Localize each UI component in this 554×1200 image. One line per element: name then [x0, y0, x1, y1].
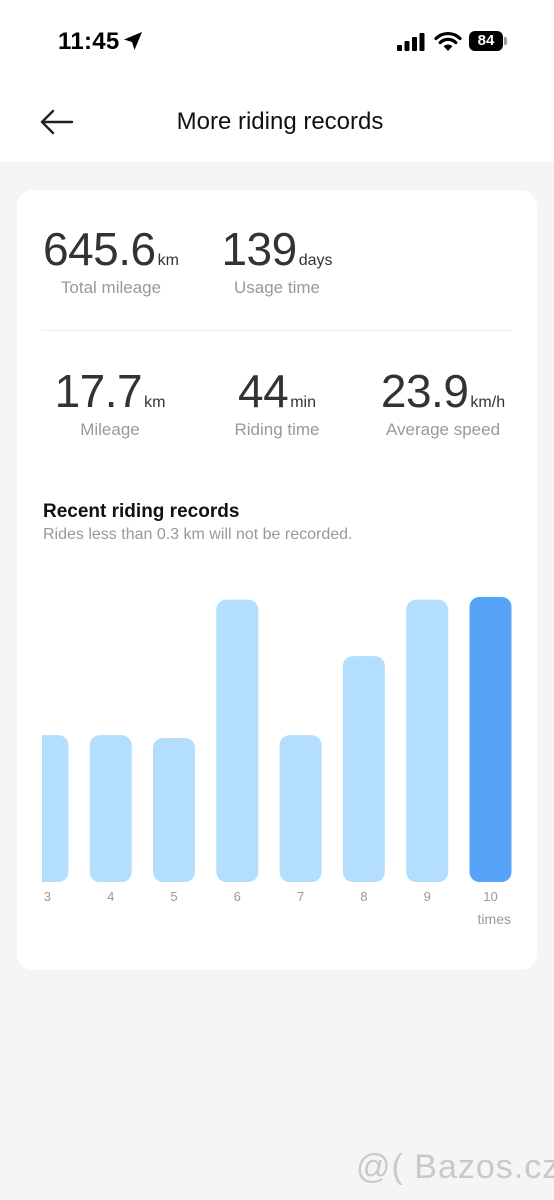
total-mileage-value: 645.6	[43, 223, 156, 275]
total-mileage-label: Total mileage	[60, 278, 162, 297]
average-speed-stat: 23.9 km/h Average speed	[368, 364, 518, 440]
bar-8[interactable]	[342, 656, 385, 882]
usage-time-label: Usage time	[234, 278, 320, 297]
riding-time-unit: min	[290, 394, 316, 411]
bar-7[interactable]	[279, 735, 322, 882]
battery-icon: 84	[469, 31, 503, 51]
recent-rides-bar-chart[interactable]: 3 4 5 6 7 8 9 10 times	[0, 560, 554, 940]
page-title: More riding records	[176, 108, 384, 135]
riding-time-stat: 44 min Riding time	[208, 364, 346, 440]
battery-level: 84	[477, 32, 495, 49]
bar-10[interactable]	[469, 596, 512, 882]
usage-time-unit: days	[298, 252, 333, 269]
divider	[42, 330, 512, 331]
average-speed-value: 23.9	[380, 365, 469, 417]
mileage-unit: km	[144, 394, 166, 411]
x-axis-unit-label: times	[478, 911, 511, 927]
status-time: 11:45	[58, 28, 120, 55]
riding-time-value: 44	[238, 365, 289, 417]
mileage-stat: 17.7 km Mileage	[40, 364, 180, 440]
riding-time-label: Riding time	[234, 420, 320, 439]
bar-9[interactable]	[406, 599, 449, 882]
usage-time-stat: 139 days Usage time	[216, 222, 338, 298]
status-bar: 11:45 84	[0, 0, 554, 80]
x-tick-5: 5	[170, 889, 177, 904]
location-arrow-icon	[124, 32, 142, 50]
x-tick-6: 6	[234, 889, 241, 904]
bar-5[interactable]	[153, 738, 195, 882]
total-mileage-stat: 645.6 km Total mileage	[34, 222, 188, 298]
bar-4[interactable]	[89, 735, 132, 882]
bar-3[interactable]	[26, 735, 69, 882]
mileage-label: Mileage	[80, 420, 140, 439]
recent-records-title: Recent riding records	[43, 501, 240, 522]
cellular-signal-icon	[397, 33, 425, 51]
battery-tip	[504, 37, 507, 45]
x-tick-9: 9	[424, 889, 431, 904]
x-tick-3: 3	[44, 889, 51, 904]
x-tick-4: 4	[107, 889, 114, 904]
x-tick-10: 10	[483, 889, 497, 904]
x-tick-8: 8	[360, 889, 367, 904]
x-tick-7: 7	[297, 889, 304, 904]
mileage-value: 17.7	[54, 365, 143, 417]
average-speed-unit: km/h	[470, 394, 506, 411]
total-mileage-unit: km	[157, 252, 179, 269]
recent-records-subtitle: Rides less than 0.3 km will not be recor…	[43, 526, 353, 543]
wifi-icon	[434, 31, 462, 51]
average-speed-label: Average speed	[385, 420, 501, 439]
usage-time-value: 139	[221, 223, 297, 275]
watermark: @( Bazos.cz	[356, 1148, 554, 1186]
bar-6[interactable]	[216, 599, 259, 882]
